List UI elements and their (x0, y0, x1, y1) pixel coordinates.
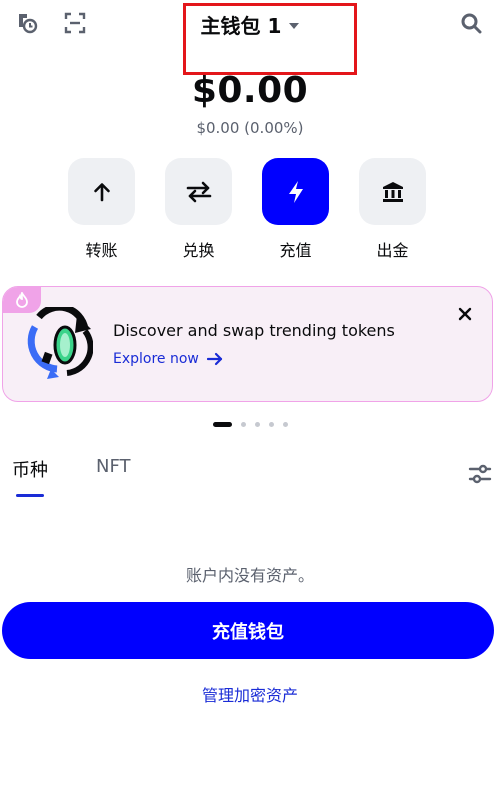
swap-icon (186, 181, 211, 202)
portfolio-change: $0.00 (0.00%) (196, 119, 304, 137)
swap-button-tile[interactable] (165, 158, 232, 225)
send-button[interactable]: 转账 (68, 158, 135, 261)
arrow-right-icon (206, 352, 222, 366)
withdraw-button[interactable]: 出金 (359, 158, 426, 261)
highlight-box (183, 3, 357, 75)
deposit-label: 充值 (279, 241, 312, 260)
filter-icon[interactable] (468, 462, 492, 486)
search-icon[interactable] (458, 10, 484, 36)
explore-now-label: Explore now (113, 351, 199, 367)
send-button-tile[interactable] (68, 158, 135, 225)
deposit-button-tile[interactable] (262, 158, 329, 225)
carousel-dot[interactable] (240, 422, 246, 427)
portfolio-balance: $0.00 (191, 70, 309, 111)
arrow-up-icon (93, 182, 110, 201)
carousel-dots (0, 422, 500, 427)
lightning-icon (288, 180, 303, 203)
close-icon[interactable] (456, 305, 474, 323)
carousel-dot[interactable] (268, 422, 274, 427)
empty-assets-message: 账户内没有资产。 (185, 566, 314, 585)
tab-nft[interactable]: NFT (96, 456, 131, 494)
promo-title: Discover and swap trending tokens (113, 321, 395, 340)
swap-button[interactable]: 兑换 (165, 158, 232, 261)
fund-wallet-button[interactable]: 充值钱包 (2, 602, 494, 659)
asset-tabs: 币种 NFT (12, 456, 131, 497)
manage-crypto-link[interactable]: 管理加密资产 (0, 682, 500, 706)
tab-coins[interactable]: 币种 (12, 456, 48, 497)
flame-icon (16, 292, 28, 308)
deposit-button[interactable]: 充值 (262, 158, 329, 261)
promo-banner[interactable]: Discover and swap trending tokens Explor… (2, 286, 493, 402)
withdraw-button-tile[interactable] (359, 158, 426, 225)
carousel-dot[interactable] (254, 422, 260, 427)
withdraw-label: 出金 (376, 241, 409, 260)
action-row: 转账 兑换 充值 出金 (68, 158, 426, 261)
carousel-dot-active[interactable] (212, 422, 232, 427)
bank-icon (382, 181, 403, 202)
trending-tokens-illustration (27, 303, 94, 381)
explore-now-link[interactable]: Explore now (113, 351, 223, 367)
send-label: 转账 (85, 241, 118, 260)
carousel-dot[interactable] (282, 422, 288, 427)
swap-label: 兑换 (182, 241, 215, 260)
